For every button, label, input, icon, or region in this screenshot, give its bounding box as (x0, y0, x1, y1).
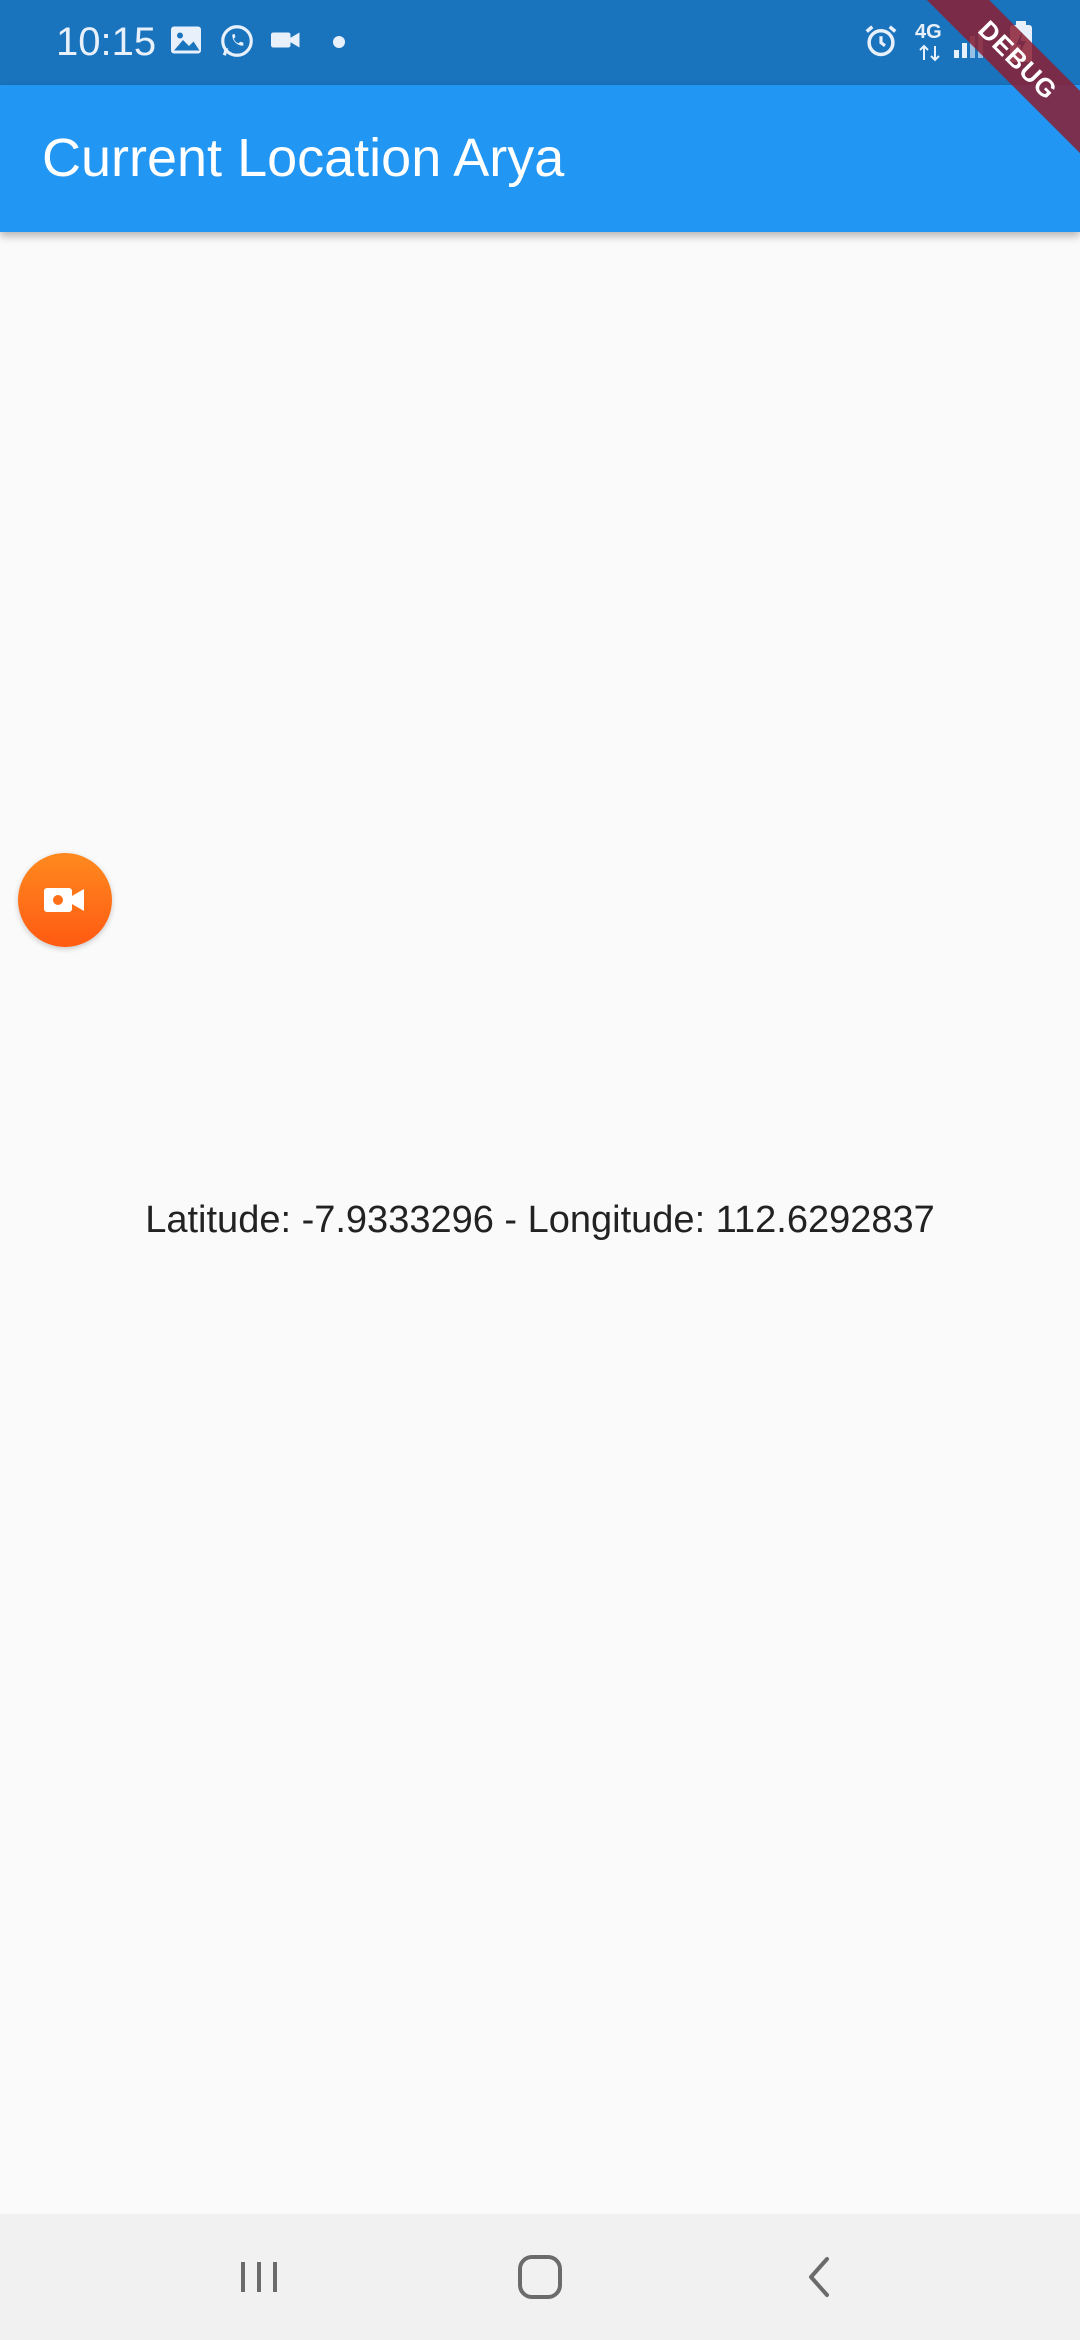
navigation-bar (0, 2214, 1080, 2340)
status-bar: 10:15 4G (0, 0, 1080, 85)
app-bar: Current Location Arya (0, 85, 1080, 232)
whatsapp-icon (218, 22, 258, 62)
data-arrows-icon (918, 44, 942, 64)
recent-apps-icon[interactable] (226, 2244, 292, 2310)
back-icon[interactable] (787, 2244, 853, 2310)
notification-dot (333, 36, 345, 48)
screen: 10:15 4G DEBUG Current Location Arya Lat… (0, 0, 1080, 2340)
image-icon (168, 22, 208, 62)
screen-recorder-button[interactable] (18, 853, 112, 947)
video-camera-icon (268, 22, 308, 62)
home-icon[interactable] (507, 2244, 573, 2310)
status-time: 10:15 (56, 20, 157, 64)
page-title: Current Location Arya (42, 128, 565, 188)
alarm-icon (862, 22, 902, 62)
video-camera-icon (44, 888, 84, 912)
network-type-label: 4G (915, 21, 942, 43)
location-coordinates-text: Latitude: -7.9333296 - Longitude: 112.62… (145, 1199, 935, 1241)
